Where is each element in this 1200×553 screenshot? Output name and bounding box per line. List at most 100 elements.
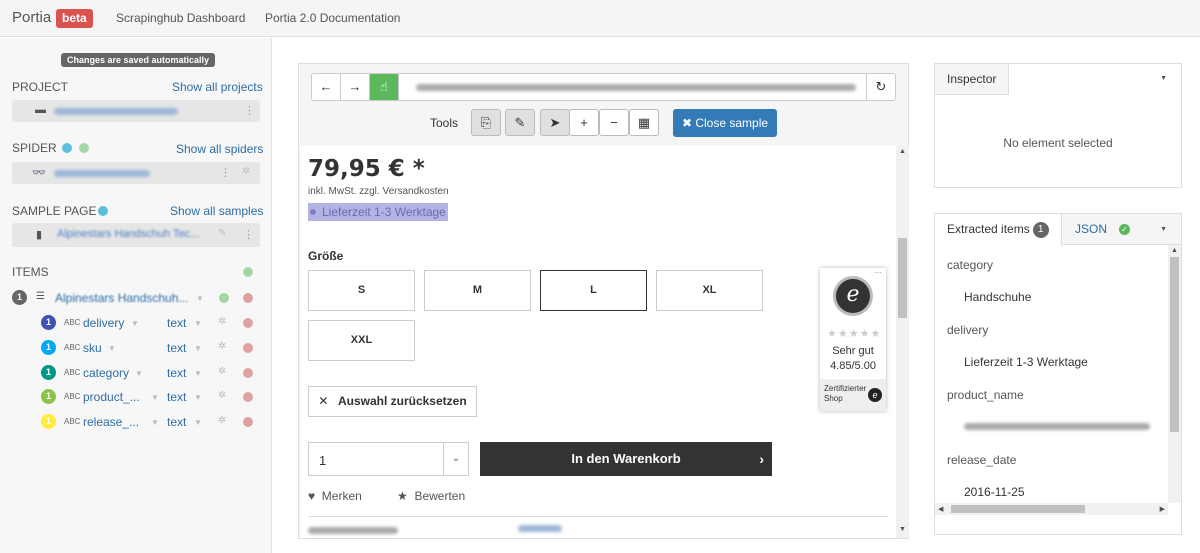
field-name[interactable]: release_... bbox=[83, 415, 139, 429]
url-bar[interactable]: ← → ☝ ↻ bbox=[311, 73, 896, 101]
remember-link[interactable]: ♥ Merken bbox=[308, 489, 362, 503]
spider-select[interactable]: 👓 ⋮ ✲ bbox=[12, 162, 260, 184]
extracted-vscrollbar[interactable]: ▲ bbox=[1168, 245, 1181, 503]
page-viewport[interactable]: 79,95 € * inkl. MwSt. zzgl. Versandkoste… bbox=[300, 146, 896, 538]
sample-help-icon[interactable] bbox=[98, 206, 108, 216]
close-sample-button[interactable]: ✖ Close sample bbox=[673, 109, 777, 137]
scroll-down-icon[interactable]: ▼ bbox=[899, 526, 906, 533]
scroll-up-icon[interactable]: ▲ bbox=[1171, 247, 1178, 254]
rate-label: Bewerten bbox=[414, 489, 466, 503]
remove-field-icon[interactable] bbox=[243, 392, 253, 402]
page-scrollbar[interactable]: ▲ ▼ bbox=[896, 146, 909, 538]
remove-field-icon[interactable] bbox=[243, 368, 253, 378]
magic-wand-icon[interactable]: ✎ bbox=[505, 109, 535, 136]
chevron-down-icon[interactable]: ▼ bbox=[151, 393, 159, 402]
rate-link[interactable]: ★ Bewerten bbox=[397, 489, 465, 503]
chevron-down-icon[interactable]: ▼ bbox=[135, 369, 143, 378]
reload-icon[interactable]: ↻ bbox=[866, 74, 895, 100]
extracted-items-tab[interactable]: Extracted items 1 bbox=[935, 214, 1062, 246]
chevron-down-icon[interactable]: ▼ bbox=[108, 344, 116, 353]
remove-field-icon[interactable] bbox=[243, 343, 253, 353]
scrollbar-thumb[interactable] bbox=[898, 238, 907, 318]
spider-menu-icon[interactable]: ⋮ bbox=[220, 166, 231, 179]
chevron-down-icon[interactable]: ▼ bbox=[194, 319, 202, 328]
size-button-l[interactable]: L bbox=[540, 270, 647, 311]
sample-menu-icon[interactable]: ⋮ bbox=[243, 228, 254, 241]
forward-arrow-icon[interactable]: → bbox=[341, 74, 370, 100]
json-tab-label: JSON bbox=[1075, 222, 1108, 236]
show-all-projects-link[interactable]: Show all projects bbox=[172, 80, 263, 94]
chevron-down-icon[interactable]: ▼ bbox=[194, 418, 202, 427]
badge-more-icon[interactable]: ... bbox=[874, 265, 882, 275]
remove-field-icon[interactable] bbox=[243, 417, 253, 427]
scroll-right-icon[interactable]: ▶ bbox=[1160, 505, 1165, 513]
add-plus-icon[interactable]: + bbox=[569, 109, 599, 136]
scrollbar-thumb[interactable] bbox=[1170, 257, 1179, 432]
css-tool-icon[interactable]: ⎘ bbox=[471, 109, 501, 136]
chevron-down-icon[interactable]: ▼ bbox=[151, 418, 159, 427]
reset-selection-button[interactable]: ✕ Auswahl zurücksetzen bbox=[308, 386, 477, 417]
url-text-redacted[interactable] bbox=[416, 84, 856, 91]
remove-field-icon[interactable] bbox=[243, 318, 253, 328]
field-settings-icon[interactable]: ✲ bbox=[218, 390, 226, 401]
scroll-left-icon[interactable]: ◀ bbox=[938, 505, 943, 513]
spider-help-icon[interactable] bbox=[62, 143, 72, 153]
add-item-icon[interactable] bbox=[243, 267, 253, 277]
field-kind[interactable]: text bbox=[167, 316, 186, 330]
field-settings-icon[interactable]: ✲ bbox=[218, 316, 226, 327]
extracted-hscrollbar[interactable]: ◀ ▶ bbox=[935, 503, 1168, 515]
inspector-tab[interactable]: Inspector bbox=[947, 64, 996, 95]
field-settings-icon[interactable]: ✲ bbox=[218, 366, 226, 377]
nav-link-dashboard[interactable]: Scrapinghub Dashboard bbox=[116, 11, 245, 25]
add-spider-icon[interactable] bbox=[79, 143, 89, 153]
project-select[interactable]: ▬ ⋮ bbox=[12, 100, 260, 122]
add-to-cart-button[interactable]: In den Warenkorb › bbox=[480, 442, 772, 476]
sample-edit-icon[interactable]: ✎ bbox=[218, 228, 226, 239]
quantity-select[interactable]: 1 ⌄ bbox=[308, 442, 469, 476]
grid-icon[interactable]: ▦ bbox=[629, 109, 659, 136]
add-field-icon[interactable] bbox=[219, 293, 229, 303]
field-name[interactable]: sku bbox=[83, 341, 102, 355]
sample-select[interactable]: ▮ Alpinestars Handschuh Tec... ✎ ⋮ bbox=[12, 223, 260, 247]
chevron-down-icon[interactable]: ▼ bbox=[194, 344, 202, 353]
chevron-down-icon[interactable]: ▼ bbox=[194, 369, 202, 378]
tools-label: Tools bbox=[430, 116, 459, 130]
interaction-mode-hand-icon[interactable]: ☝ bbox=[370, 74, 399, 100]
field-kind[interactable]: text bbox=[167, 341, 186, 355]
chevron-down-icon[interactable]: ⌄ bbox=[443, 443, 468, 475]
size-button-xxl[interactable]: XXL bbox=[308, 320, 415, 361]
caret-down-icon[interactable]: ▼ bbox=[1160, 226, 1167, 233]
scrollbar-thumb[interactable] bbox=[951, 505, 1085, 513]
scroll-up-icon[interactable]: ▲ bbox=[899, 148, 906, 155]
item-root-name[interactable]: Alpinestars Handschuh... bbox=[55, 291, 188, 305]
delivery-annotated[interactable]: Lieferzeit 1-3 Werktage bbox=[308, 203, 448, 221]
field-name[interactable]: delivery bbox=[83, 316, 124, 330]
chevron-down-icon[interactable]: ▼ bbox=[194, 393, 202, 402]
back-arrow-icon[interactable]: ← bbox=[312, 74, 341, 100]
chevron-down-icon[interactable]: ▼ bbox=[196, 294, 204, 303]
extracted-key: delivery bbox=[947, 323, 989, 337]
project-menu-icon[interactable]: ⋮ bbox=[244, 104, 255, 117]
size-button-s[interactable]: S bbox=[308, 270, 415, 311]
brand-logo[interactable]: Portia bbox=[12, 9, 51, 26]
select-pointer-icon[interactable]: ➤ bbox=[540, 109, 570, 136]
field-kind[interactable]: text bbox=[167, 390, 186, 404]
field-settings-icon[interactable]: ✲ bbox=[218, 341, 226, 352]
field-kind[interactable]: text bbox=[167, 415, 186, 429]
remove-minus-icon[interactable]: − bbox=[599, 109, 629, 136]
field-kind[interactable]: text bbox=[167, 366, 186, 380]
chevron-down-icon[interactable]: ▼ bbox=[131, 319, 139, 328]
field-settings-icon[interactable]: ✲ bbox=[218, 415, 226, 426]
remove-item-icon[interactable] bbox=[243, 293, 253, 303]
show-all-spiders-link[interactable]: Show all spiders bbox=[176, 142, 263, 156]
size-button-m[interactable]: M bbox=[424, 270, 531, 311]
field-name[interactable]: category bbox=[83, 366, 129, 380]
json-tab[interactable]: JSON ✓ bbox=[1075, 214, 1131, 245]
spider-settings-icon[interactable]: ✲ bbox=[242, 166, 250, 177]
trusted-shops-badge[interactable]: ... e ★★★★★ Sehr gut 4.85/5.00 Zertifizi… bbox=[820, 265, 886, 411]
inspector-dropdown[interactable]: ▼ bbox=[1008, 64, 1181, 95]
field-name[interactable]: product_... bbox=[83, 390, 140, 404]
show-all-samples-link[interactable]: Show all samples bbox=[170, 204, 263, 218]
size-button-xl[interactable]: XL bbox=[656, 270, 763, 311]
nav-link-documentation[interactable]: Portia 2.0 Documentation bbox=[265, 11, 400, 25]
